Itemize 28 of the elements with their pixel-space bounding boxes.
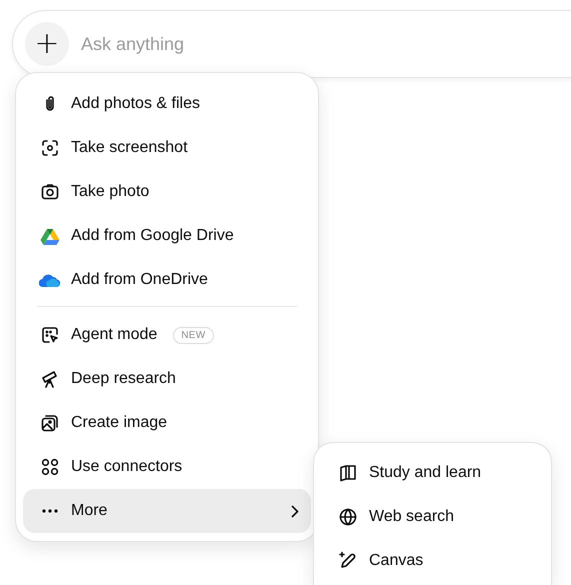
menu-item[interactable]: Take photo [23, 170, 311, 214]
ellipsis-icon [42, 509, 58, 513]
connectors-icon [40, 457, 60, 477]
submenu-item[interactable]: Canvas [321, 539, 544, 583]
agent-cursor-icon [40, 325, 60, 345]
image-stack-icon [40, 413, 60, 433]
message-input-field[interactable]: Ask anything [79, 32, 383, 56]
menu-item[interactable]: Add photos & files [23, 82, 311, 126]
telescope-icon [40, 369, 60, 389]
new-badge: NEW [173, 326, 214, 344]
submenu-item[interactable]: Web search [321, 495, 544, 539]
menu-item[interactable]: Take screenshot [23, 126, 311, 170]
add-button[interactable]: + [25, 22, 69, 66]
camera-icon [40, 182, 60, 202]
menu-item[interactable]: Add from OneDrive [23, 258, 311, 302]
book-icon [338, 463, 358, 483]
menu-item[interactable]: Add from Google Drive [23, 214, 311, 258]
pencil-sparkle-icon [338, 551, 358, 571]
drive-logo-icon [40, 226, 60, 246]
menu-item[interactable]: Agent mode NEW [23, 313, 311, 357]
menu-item[interactable]: Create image [23, 401, 311, 445]
submenu-item[interactable]: Study and learn [321, 451, 544, 495]
globe-icon [338, 507, 358, 527]
cloud-icon [39, 272, 61, 288]
menu-item[interactable]: More [23, 489, 311, 533]
screenshot-icon [40, 138, 60, 158]
menu-item[interactable]: Use connectors [23, 445, 311, 489]
menu-item[interactable]: Deep research [23, 357, 311, 401]
